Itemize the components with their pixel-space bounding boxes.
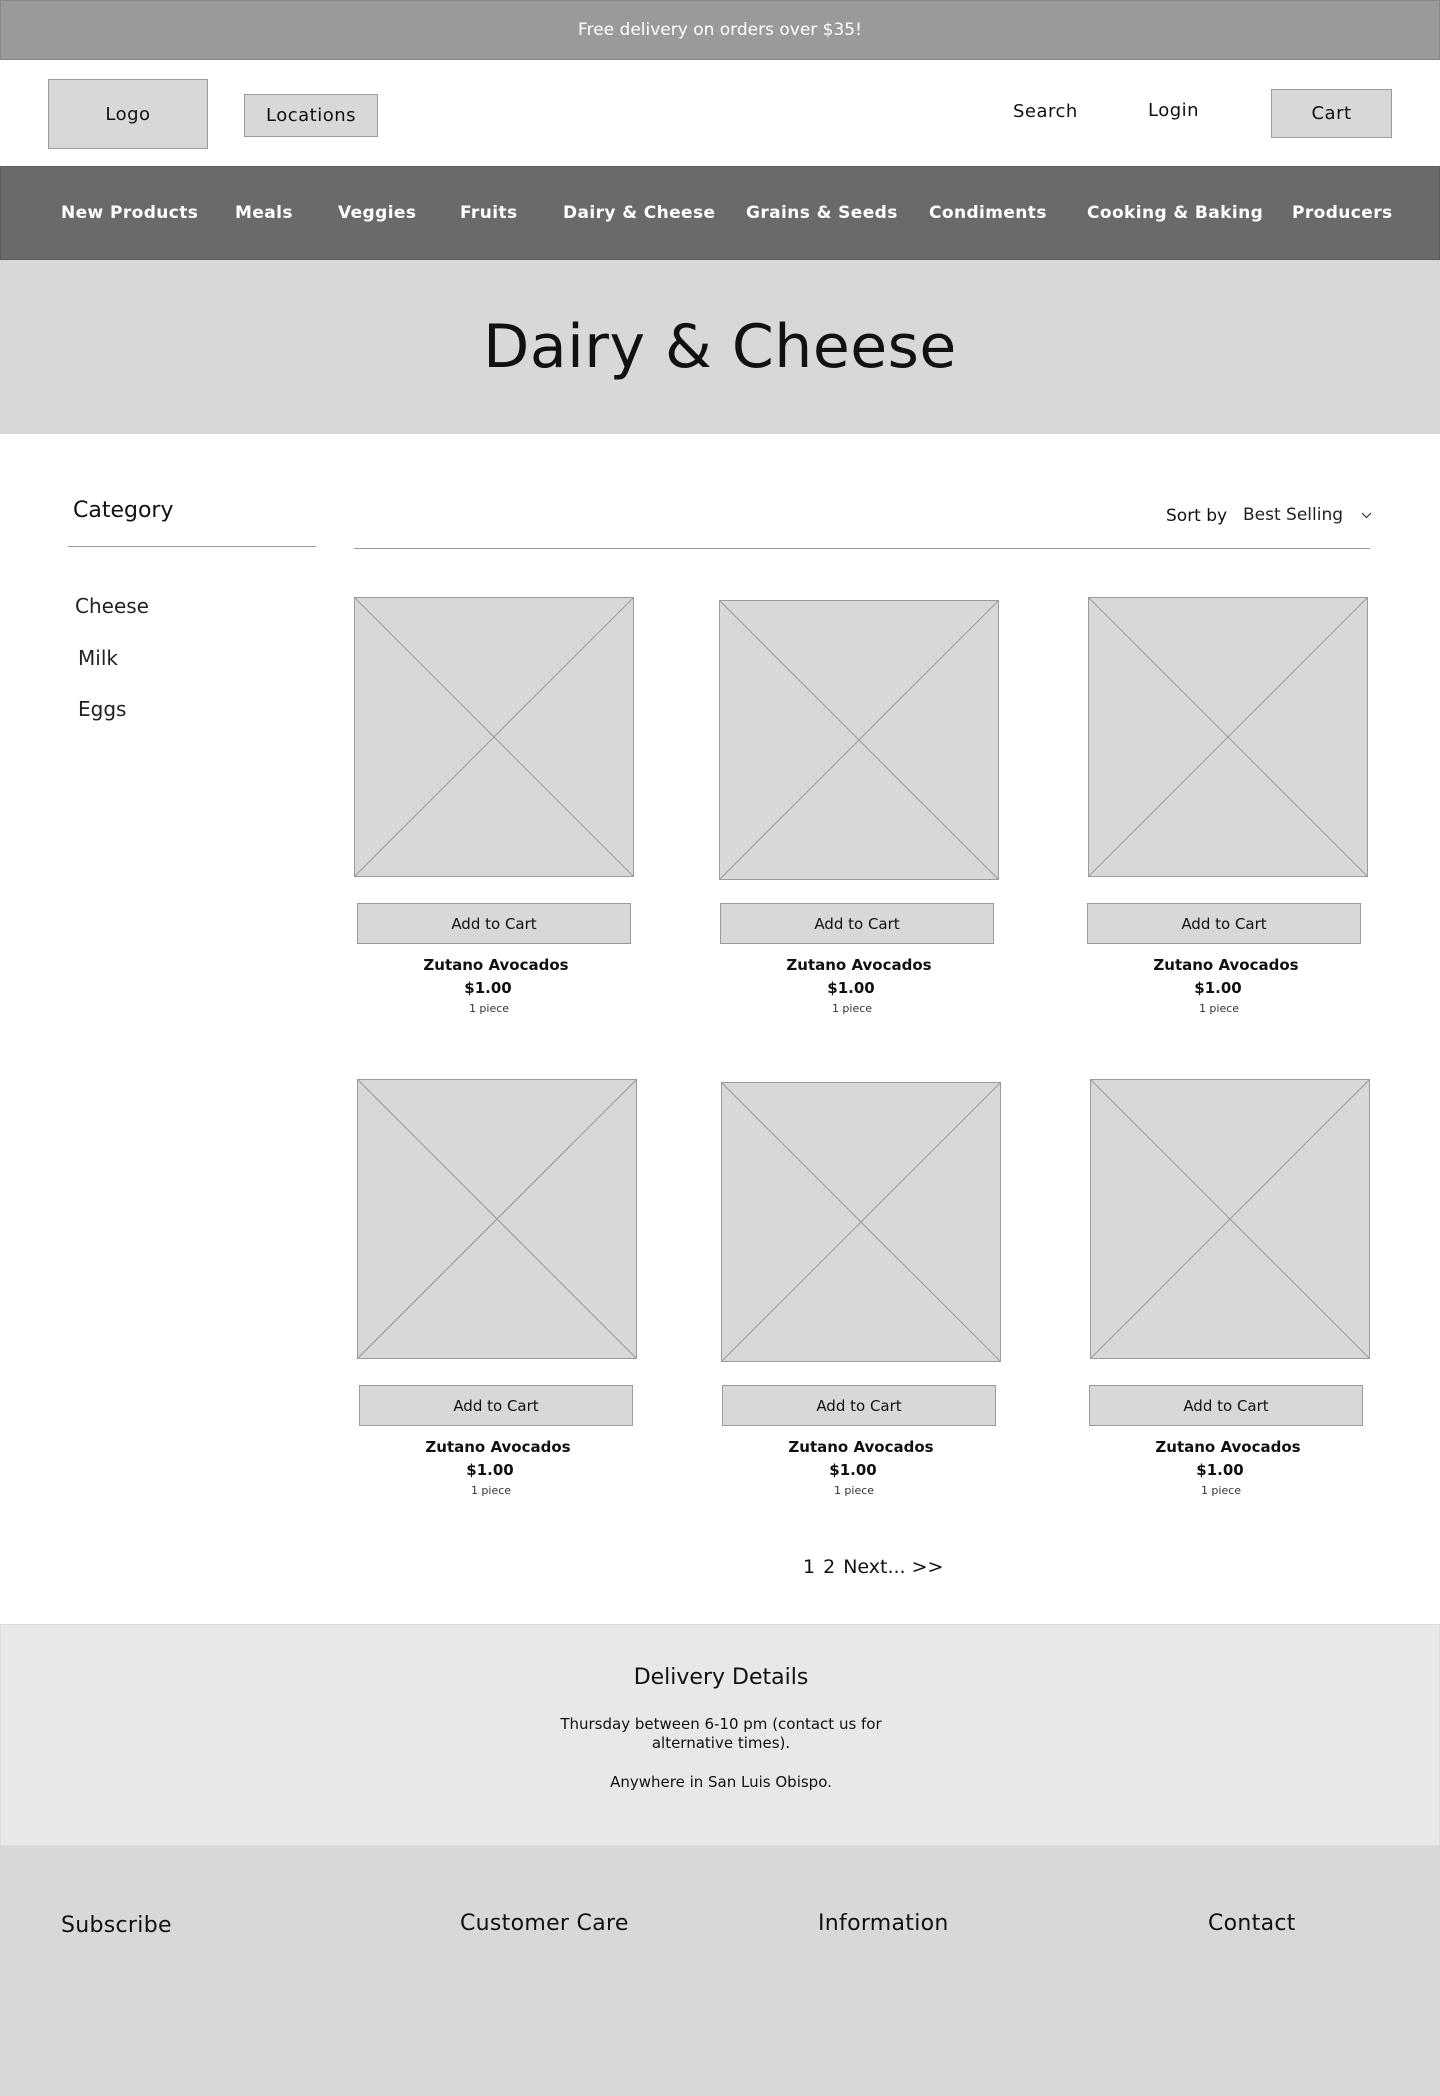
add-to-cart-button[interactable]: Add to Cart — [722, 1385, 996, 1426]
pagination: 1 2 Next... >> — [803, 1556, 943, 1578]
site-footer: Subscribe Customer Care Information Cont… — [0, 1846, 1440, 2096]
product-price: $1.00 — [466, 1461, 514, 1479]
add-to-cart-button[interactable]: Add to Cart — [1089, 1385, 1363, 1426]
sort-label: Sort by — [1166, 506, 1228, 526]
nav-item-condiments[interactable]: Condiments — [929, 203, 1047, 223]
add-to-cart-button[interactable]: Add to Cart — [720, 903, 994, 944]
add-to-cart-label: Add to Cart — [816, 1396, 902, 1415]
product-unit: 1 piece — [1200, 1484, 1242, 1497]
nav-item-fruits[interactable]: Fruits — [460, 203, 517, 223]
product-unit: 1 piece — [468, 1002, 510, 1015]
product-name[interactable]: Zutano Avocados — [1089, 956, 1363, 974]
add-to-cart-label: Add to Cart — [453, 1396, 539, 1415]
product-name[interactable]: Zutano Avocados — [722, 956, 996, 974]
add-to-cart-button[interactable]: Add to Cart — [1087, 903, 1361, 944]
product-image-placeholder[interactable] — [354, 597, 634, 877]
cart-label: Cart — [1311, 103, 1352, 124]
add-to-cart-label: Add to Cart — [1183, 1396, 1269, 1415]
delivery-title: Delivery Details — [633, 1665, 809, 1690]
product-unit: 1 piece — [831, 1002, 873, 1015]
next-page-link[interactable]: Next... >> — [843, 1556, 943, 1578]
nav-item-producers[interactable]: Producers — [1292, 203, 1393, 223]
product-image-placeholder[interactable] — [719, 600, 999, 880]
delivery-details-section: Delivery Details Thursday between 6-10 p… — [0, 1624, 1440, 1846]
delivery-area: Anywhere in San Luis Obispo. — [610, 1773, 832, 1791]
product-unit: 1 piece — [470, 1484, 512, 1497]
product-price: $1.00 — [464, 979, 512, 997]
product-name[interactable]: Zutano Avocados — [1091, 1438, 1365, 1456]
product-name[interactable]: Zutano Avocados — [724, 1438, 998, 1456]
nav-item-grains-seeds[interactable]: Grains & Seeds — [746, 203, 898, 223]
product-name[interactable]: Zutano Avocados — [359, 956, 633, 974]
product-image-placeholder[interactable] — [1090, 1079, 1370, 1359]
product-image-placeholder[interactable] — [1088, 597, 1368, 877]
site-header: Logo Locations Search Login Cart — [0, 60, 1440, 166]
sort-selected-value: Best Selling — [1243, 505, 1344, 525]
add-to-cart-button[interactable]: Add to Cart — [357, 903, 631, 944]
category-nav: New Products Meals Veggies Fruits Dairy … — [0, 166, 1440, 260]
product-unit: 1 piece — [833, 1484, 875, 1497]
product-name[interactable]: Zutano Avocados — [361, 1438, 635, 1456]
sort-dropdown[interactable]: Best Selling — [1243, 505, 1372, 525]
footer-information[interactable]: Information — [818, 1911, 949, 1936]
nav-item-new-products[interactable]: New Products — [61, 203, 198, 223]
product-unit: 1 piece — [1198, 1002, 1240, 1015]
page-link-2[interactable]: 2 — [823, 1556, 835, 1578]
delivery-schedule: Thursday between 6-10 pm (contact us for… — [560, 1715, 882, 1752]
product-price: $1.00 — [829, 1461, 877, 1479]
footer-customer-care[interactable]: Customer Care — [460, 1911, 629, 1936]
nav-item-dairy-cheese[interactable]: Dairy & Cheese — [563, 203, 715, 223]
category-hero: Dairy & Cheese — [0, 260, 1440, 434]
logo-label: Logo — [105, 103, 151, 125]
category-heading: Category — [73, 498, 174, 523]
category-divider — [68, 546, 316, 547]
footer-subscribe[interactable]: Subscribe — [61, 1913, 172, 1938]
product-price: $1.00 — [1194, 979, 1242, 997]
locations-button[interactable]: Locations — [244, 94, 378, 137]
category-item-eggs[interactable]: Eggs — [78, 697, 126, 721]
add-to-cart-label: Add to Cart — [451, 914, 537, 933]
locations-label: Locations — [265, 105, 356, 126]
product-price: $1.00 — [827, 979, 875, 997]
cart-button[interactable]: Cart — [1271, 89, 1392, 138]
product-image-placeholder[interactable] — [357, 1079, 637, 1359]
nav-item-veggies[interactable]: Veggies — [338, 203, 416, 223]
category-item-milk[interactable]: Milk — [78, 646, 118, 670]
add-to-cart-label: Add to Cart — [1181, 914, 1267, 933]
page-title: Dairy & Cheese — [483, 312, 957, 382]
promo-banner: Free delivery on orders over $35! — [0, 0, 1440, 60]
search-link[interactable]: Search — [1013, 101, 1078, 122]
category-item-cheese[interactable]: Cheese — [75, 594, 149, 618]
product-price: $1.00 — [1196, 1461, 1244, 1479]
logo[interactable]: Logo — [48, 79, 208, 149]
login-link[interactable]: Login — [1148, 100, 1199, 121]
nav-item-meals[interactable]: Meals — [235, 203, 293, 223]
nav-item-cooking-baking[interactable]: Cooking & Baking — [1087, 203, 1263, 223]
promo-text: Free delivery on orders over $35! — [578, 20, 862, 40]
product-image-placeholder[interactable] — [721, 1082, 1001, 1362]
products-divider — [354, 548, 1370, 549]
chevron-down-icon — [1361, 509, 1372, 522]
footer-contact[interactable]: Contact — [1208, 1911, 1296, 1936]
add-to-cart-button[interactable]: Add to Cart — [359, 1385, 633, 1426]
add-to-cart-label: Add to Cart — [814, 914, 900, 933]
page-link-1[interactable]: 1 — [803, 1556, 815, 1578]
